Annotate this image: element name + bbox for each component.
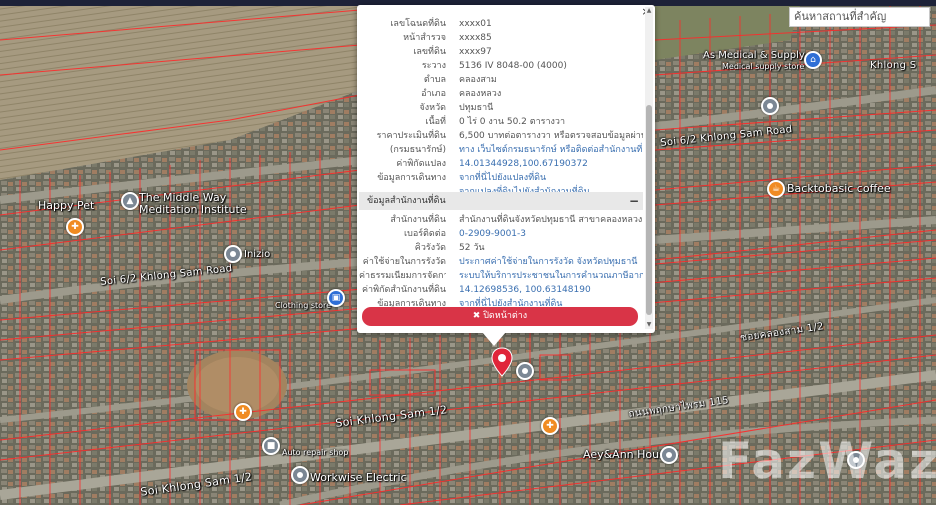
row-label: ค่าธรรมเนียมการจัดการ xyxy=(359,271,446,281)
map-label: Workwise Electric xyxy=(310,471,407,484)
collapse-icon[interactable]: − xyxy=(629,192,639,210)
scroll-up-icon[interactable]: ▲ xyxy=(645,7,653,15)
row-value: สำนักงานที่ดินจังหวัดปทุมธานี สาขาคลองหล… xyxy=(459,215,643,225)
row-value: 52 วัน xyxy=(459,243,485,253)
info-row: ค่าพิกัดสำนักงานที่ดิน 14.12698536, 100.… xyxy=(359,283,643,297)
info-row: เลขโฉนดที่ดิน xxxx01 xyxy=(359,17,643,31)
map-label: Meditation Institute xyxy=(139,203,247,216)
info-row: ราคาประเมินที่ดิน 6,500 บาทต่อตารางวา หร… xyxy=(359,129,643,143)
row-label: ค่าพิกัดสำนักงานที่ดิน xyxy=(362,285,446,295)
popup-scrollbar[interactable]: ▲ ▼ xyxy=(645,7,653,329)
map-label: Medical supply store xyxy=(722,62,805,71)
school-cap-icon[interactable]: ▲ xyxy=(121,192,139,210)
shopping-bag-icon[interactable]: ▣ xyxy=(327,289,345,307)
scroll-thumb[interactable] xyxy=(646,105,652,315)
info-row: เบอร์ติดต่อ 0-2909-9001-3 xyxy=(359,227,643,241)
map-label: Happy Pet xyxy=(38,199,95,212)
row-label: ข้อมูลการเดินทาง xyxy=(377,173,446,183)
treasury-website-link[interactable]: ทาง เว็บไซต์กรมธนารักษ์ หรือติดต่อสำนักง… xyxy=(459,143,643,157)
car-icon[interactable]: ■ xyxy=(262,437,280,455)
restaurant-fork-icon[interactable]: ✚ xyxy=(66,218,84,236)
row-value: 0 ไร่ 0 งาน 50.2 ตารางวา xyxy=(459,117,566,127)
info-row: ระวาง 5136 IV 8048-00 (4000) xyxy=(359,59,643,73)
row-label: คิวรังวัด xyxy=(414,243,446,253)
row-value: 5136 IV 8048-00 (4000) xyxy=(459,61,567,71)
place-marker-icon[interactable] xyxy=(660,446,678,464)
map-label: Auto repair shop xyxy=(282,448,349,457)
info-row: ค่าธรรมเนียมการจัดการ ระบบให้บริการประชา… xyxy=(359,269,643,283)
row-label: ค่าใช้จ่ายในการรังวัด xyxy=(362,257,446,267)
map-label: Khlong S xyxy=(870,60,917,71)
landmark-search-input[interactable] xyxy=(789,7,930,27)
place-marker-icon[interactable] xyxy=(224,245,242,263)
row-label: เบอร์ติดต่อ xyxy=(404,229,446,239)
map-label: Backtobasic coffee xyxy=(787,182,891,195)
section-title: ข้อมูลสำนักงานที่ดิน xyxy=(367,196,446,206)
coffee-cup-icon[interactable]: ☕ xyxy=(767,180,785,198)
place-marker-icon[interactable] xyxy=(291,466,309,484)
row-value: คลองหลวง xyxy=(459,89,502,99)
row-value: xxxx01 xyxy=(459,19,492,29)
info-row: อำเภอ คลองหลวง xyxy=(359,87,643,101)
info-row: (กรมธนารักษ์) ทาง เว็บไซต์กรมธนารักษ์ หร… xyxy=(359,143,643,157)
info-row: คิวรังวัด 52 วัน xyxy=(359,241,643,255)
row-label: เลขที่ดิน xyxy=(413,47,446,57)
map-label: Clothing store xyxy=(275,301,332,310)
row-value: คลองสาม xyxy=(459,75,497,85)
restaurant-fork-icon[interactable]: ✚ xyxy=(541,417,559,435)
restaurant-fork-icon[interactable]: ✚ xyxy=(234,403,252,421)
info-row: หน้าสำรวจ xxxx85 xyxy=(359,31,643,45)
row-value: ปทุมธานี xyxy=(459,103,494,113)
location-pin-icon[interactable] xyxy=(491,347,513,377)
scroll-down-icon[interactable]: ▼ xyxy=(645,321,653,329)
survey-fee-link[interactable]: ประกาศค่าใช้จ่ายในการรังวัด จังหวัดปทุมธ… xyxy=(459,255,637,269)
place-marker-icon[interactable] xyxy=(516,362,534,380)
row-label: ระวาง xyxy=(421,61,446,71)
phone-link[interactable]: 0-2909-9001-3 xyxy=(459,227,526,241)
office-coordinates-link[interactable]: 14.12698536, 100.63148190 xyxy=(459,283,591,297)
row-label: ตำบล xyxy=(423,75,446,85)
row-label: อำเภอ xyxy=(421,89,446,99)
close-window-button[interactable]: ✖ ปิดหน้าต่าง xyxy=(362,307,638,326)
map-label: As Medical & Supply xyxy=(703,50,805,61)
tax-calculator-link[interactable]: ระบบให้บริการประชาชนในการคำนวณภาษีอากร xyxy=(459,269,643,283)
info-row: ค่าใช้จ่ายในการรังวัด ประกาศค่าใช้จ่ายใน… xyxy=(359,255,643,269)
row-label: (กรมธนารักษ์) xyxy=(389,145,446,155)
directions-to-parcel-link[interactable]: จากที่นี่ไปยังแปลงที่ดิน xyxy=(459,171,546,185)
row-label: เลขโฉนดที่ดิน xyxy=(390,19,446,29)
parcel-coordinates-link[interactable]: 14.01344928,100.67190372 xyxy=(459,157,588,171)
row-value: xxxx85 xyxy=(459,33,492,43)
row-value: xxxx97 xyxy=(459,47,492,57)
row-value: 6,500 บาทต่อตารางวา หรือตรวจสอบข้อมูลผ่า… xyxy=(459,131,643,141)
row-label: ค่าพิกัดแปลง xyxy=(396,159,446,169)
parcel-info-popup: × เลขโฉนดที่ดิน xxxx01 หน้าสำรวจ xxxx85 … xyxy=(357,5,655,333)
row-label: สำนักงานที่ดิน xyxy=(390,215,446,225)
row-label: เนื้อที่ xyxy=(425,117,446,127)
info-row: ข้อมูลการเดินทาง จากที่นี่ไปยังแปลงที่ดิ… xyxy=(359,171,643,185)
popup-pointer xyxy=(482,332,506,346)
info-row: เนื้อที่ 0 ไร่ 0 งาน 50.2 ตารางวา xyxy=(359,115,643,129)
map-label: Inizio xyxy=(244,249,271,260)
info-row: ค่าพิกัดแปลง 14.01344928,100.67190372 xyxy=(359,157,643,171)
info-row: เลขที่ดิน xxxx97 xyxy=(359,45,643,59)
row-label: จังหวัด xyxy=(419,103,447,113)
info-row: ตำบล คลองสาม xyxy=(359,73,643,87)
watermark-logo: FazWaz xyxy=(718,432,936,490)
row-label: ราคาประเมินที่ดิน xyxy=(376,131,446,141)
place-marker-icon[interactable] xyxy=(761,97,779,115)
medical-store-icon[interactable]: ⌂ xyxy=(804,51,822,69)
popup-content[interactable]: เลขโฉนดที่ดิน xxxx01 หน้าสำรวจ xxxx85 เล… xyxy=(359,7,643,329)
info-row: จังหวัด ปทุมธานี xyxy=(359,101,643,115)
info-row: สำนักงานที่ดิน สำนักงานที่ดินจังหวัดปทุม… xyxy=(359,213,643,227)
map-label: Aey&Ann House xyxy=(583,448,672,461)
row-label: หน้าสำรวจ xyxy=(403,33,446,43)
office-section-header[interactable]: ข้อมูลสำนักงานที่ดิน − xyxy=(359,192,643,210)
